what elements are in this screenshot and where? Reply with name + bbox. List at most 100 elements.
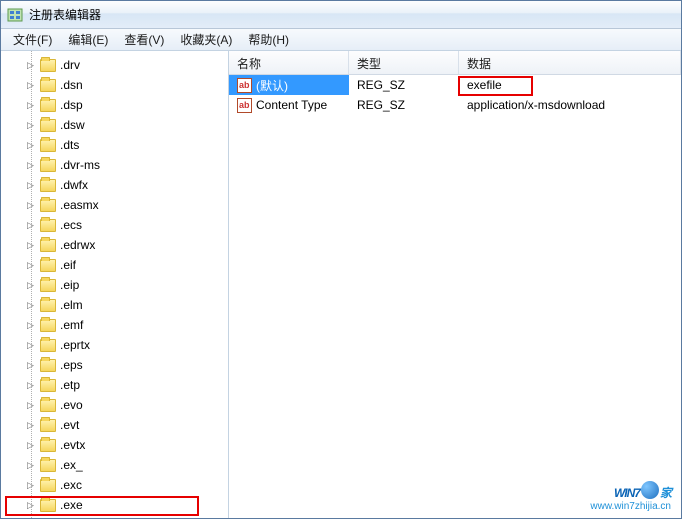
expand-icon[interactable] xyxy=(25,140,36,151)
expand-icon[interactable] xyxy=(25,460,36,471)
body: .drv .dsn .dsp .dsw .dts .dvr-ms .dwfx .easmx .e… xyxy=(1,51,681,518)
tree-node-label: .elm xyxy=(60,298,83,312)
tree-node[interactable]: .evo xyxy=(25,395,228,415)
expand-icon[interactable] xyxy=(25,100,36,111)
tree-node-label: .dts xyxy=(60,138,79,152)
folder-icon xyxy=(40,359,56,372)
tree-node-label: .eif xyxy=(60,258,76,272)
cell-name: (默认) xyxy=(229,75,349,95)
folder-icon xyxy=(40,259,56,272)
watermark-jia: 家 xyxy=(660,486,671,500)
expand-icon[interactable] xyxy=(25,80,36,91)
expand-icon[interactable] xyxy=(25,500,36,511)
tree-node[interactable]: .evt xyxy=(25,415,228,435)
expand-icon[interactable] xyxy=(25,480,36,491)
tree-node[interactable]: .eif xyxy=(25,255,228,275)
expand-icon[interactable] xyxy=(25,300,36,311)
expand-icon[interactable] xyxy=(25,200,36,211)
list-row[interactable]: Content TypeREG_SZapplication/x-msdownlo… xyxy=(229,95,681,115)
folder-icon xyxy=(40,439,56,452)
expand-icon[interactable] xyxy=(25,440,36,451)
tree-node[interactable]: .edrwx xyxy=(25,235,228,255)
tree-node-label: .dsp xyxy=(60,98,83,112)
expand-icon[interactable] xyxy=(25,360,36,371)
expand-icon[interactable] xyxy=(25,160,36,171)
menu-edit[interactable]: 编辑(E) xyxy=(60,29,116,50)
tree-node[interactable]: .eprtx xyxy=(25,335,228,355)
regedit-icon xyxy=(7,7,23,23)
menu-view[interactable]: 查看(V) xyxy=(116,29,172,50)
tree-node[interactable]: .etp xyxy=(25,375,228,395)
tree-node-label: .easmx xyxy=(60,198,99,212)
tree-node[interactable]: .eps xyxy=(25,355,228,375)
folder-icon xyxy=(40,199,56,212)
expand-icon[interactable] xyxy=(25,260,36,271)
titlebar[interactable]: 注册表编辑器 xyxy=(1,1,681,29)
tree-node[interactable]: .eip xyxy=(25,275,228,295)
column-header-type[interactable]: 类型 xyxy=(349,51,459,74)
menu-favorites[interactable]: 收藏夹(A) xyxy=(172,29,240,50)
tree-node[interactable]: .dwfx xyxy=(25,175,228,195)
folder-icon xyxy=(40,379,56,392)
tree-node-label: .evo xyxy=(60,398,83,412)
tree-node[interactable]: .dsw xyxy=(25,115,228,135)
expand-icon[interactable] xyxy=(25,420,36,431)
tree-node-label: .edrwx xyxy=(60,238,95,252)
tree-node[interactable]: .ecs xyxy=(25,215,228,235)
list-row[interactable]: (默认)REG_SZexefile xyxy=(229,75,681,95)
folder-icon xyxy=(40,479,56,492)
list-rows: (默认)REG_SZexefileContent TypeREG_SZappli… xyxy=(229,75,681,518)
expand-icon[interactable] xyxy=(25,280,36,291)
folder-icon xyxy=(40,219,56,232)
expand-icon[interactable] xyxy=(25,380,36,391)
expand-icon[interactable] xyxy=(25,120,36,131)
tree-node-label: .dwfx xyxy=(60,178,88,192)
tree-node[interactable]: .exc xyxy=(25,475,228,495)
tree-node[interactable]: .elm xyxy=(25,295,228,315)
expand-icon[interactable] xyxy=(25,60,36,71)
watermark: WIN7家 www.win7zhijia.cn xyxy=(590,477,671,512)
tree-node[interactable]: .dts xyxy=(25,135,228,155)
expand-icon[interactable] xyxy=(25,240,36,251)
window-title: 注册表编辑器 xyxy=(29,6,101,23)
expand-icon[interactable] xyxy=(25,180,36,191)
folder-icon xyxy=(40,239,56,252)
tree-node[interactable]: .dsn xyxy=(25,75,228,95)
tree-node-label: .exe xyxy=(60,498,83,512)
expand-icon[interactable] xyxy=(25,400,36,411)
cell-data: application/x-msdownload xyxy=(459,95,681,115)
tree-node-label: .evt xyxy=(60,418,79,432)
tree-node-label: .dsn xyxy=(60,78,83,92)
tree-node[interactable]: .drv xyxy=(25,55,228,75)
menu-help[interactable]: 帮助(H) xyxy=(240,29,297,50)
tree-node-label: .etp xyxy=(60,378,80,392)
watermark-url: www.win7zhijia.cn xyxy=(590,501,671,512)
expand-icon[interactable] xyxy=(25,320,36,331)
orb-icon xyxy=(641,481,659,499)
tree-node-label: .evtx xyxy=(60,438,85,452)
tree-node[interactable]: .emf xyxy=(25,315,228,335)
tree-pane[interactable]: .drv .dsn .dsp .dsw .dts .dvr-ms .dwfx .easmx .e… xyxy=(1,51,229,518)
tree-node[interactable]: .dvr-ms xyxy=(25,155,228,175)
column-header-data[interactable]: 数据 xyxy=(459,51,681,74)
tree-node[interactable]: .evtx xyxy=(25,435,228,455)
watermark-seven: 7 xyxy=(634,486,640,500)
tree-node-label: .eip xyxy=(60,278,79,292)
menu-file[interactable]: 文件(F) xyxy=(5,29,60,50)
expand-icon[interactable] xyxy=(25,340,36,351)
column-header-name[interactable]: 名称 xyxy=(229,51,349,74)
tree-node[interactable]: .dsp xyxy=(25,95,228,115)
folder-icon xyxy=(40,459,56,472)
tree-node-label: .eps xyxy=(60,358,83,372)
tree-node[interactable]: .easmx xyxy=(25,195,228,215)
folder-icon xyxy=(40,119,56,132)
tree-node-label: .ex_ xyxy=(60,458,83,472)
cell-type: REG_SZ xyxy=(349,95,459,115)
regedit-window: 注册表编辑器 文件(F) 编辑(E) 查看(V) 收藏夹(A) 帮助(H) .d… xyxy=(0,0,682,519)
cell-name: Content Type xyxy=(229,95,349,115)
tree-node[interactable]: .exe xyxy=(25,495,228,515)
watermark-logo: WIN7家 xyxy=(590,477,671,503)
expand-icon[interactable] xyxy=(25,220,36,231)
list-pane[interactable]: 名称 类型 数据 (默认)REG_SZexefileContent TypeRE… xyxy=(229,51,681,518)
tree-node[interactable]: .ex_ xyxy=(25,455,228,475)
